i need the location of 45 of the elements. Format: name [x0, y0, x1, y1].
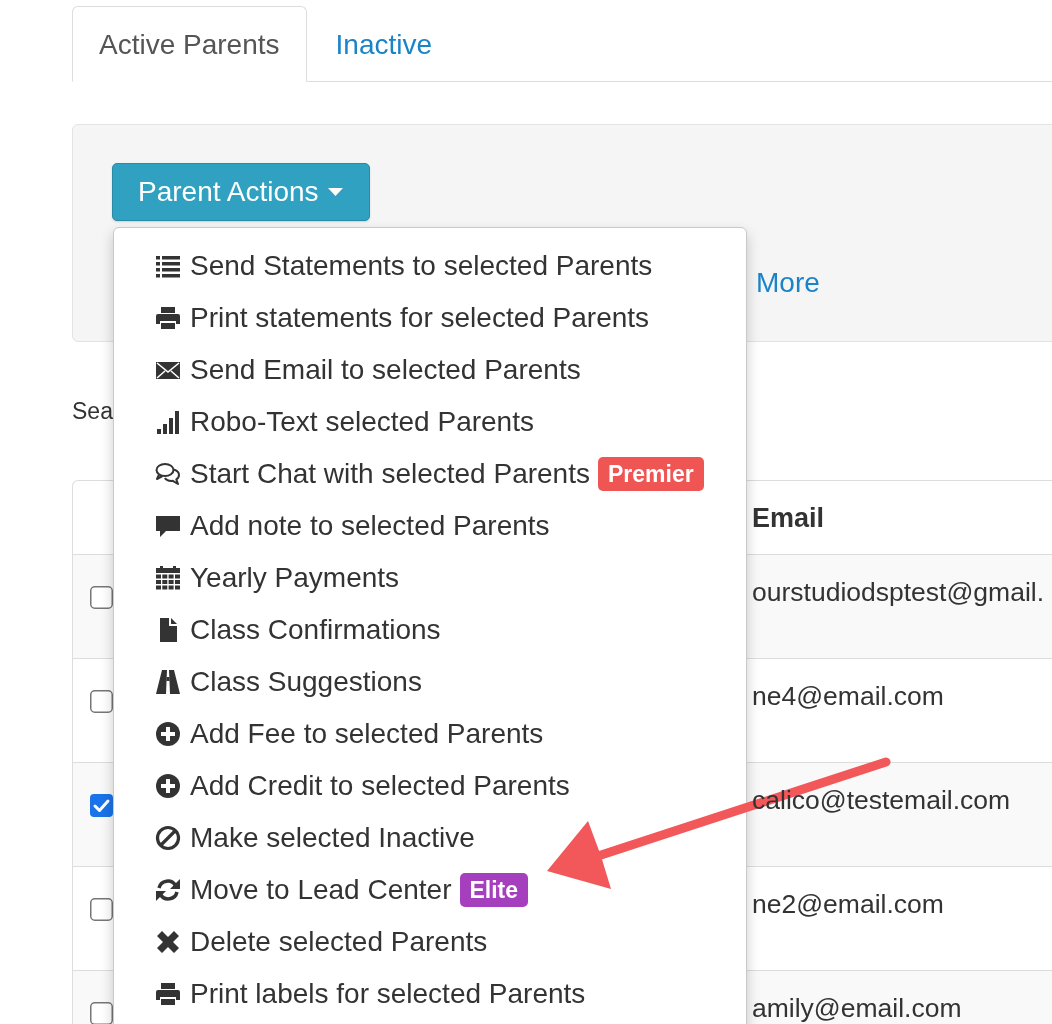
menu-item[interactable]: Yearly Payments: [114, 552, 408, 604]
speech-bubble-icon: [155, 513, 181, 539]
printer-icon: [155, 305, 181, 331]
menu-item[interactable]: Robo-Text selected Parents: [114, 396, 542, 448]
caret-icon: [327, 188, 343, 196]
table-cell-text: ourstudiodsptest@gmail.: [751, 578, 1045, 606]
more-link[interactable]: More: [756, 267, 820, 299]
menu-item[interactable]: Class Confirmations: [114, 604, 449, 656]
table-cell-text: ne4@email.com: [751, 682, 944, 710]
menu-item[interactable]: Print statements for selected Parents: [114, 292, 658, 344]
menu-item[interactable]: Add Credit to selected Parents: [114, 760, 578, 812]
table-cell-text: ne2@email.com: [751, 890, 944, 918]
plus-circle-icon: [155, 721, 181, 747]
menu-item[interactable]: Print labels for selected Parents: [114, 968, 594, 1020]
menu-item[interactable]: Add note to selected Parents: [114, 500, 558, 552]
signal-bars-icon: [155, 409, 181, 435]
menu-item[interactable]: Add Fee to selected Parents: [114, 708, 552, 760]
chat-bubbles-icon: [155, 461, 181, 487]
row-checkbox[interactable]: [90, 898, 113, 921]
menu-item[interactable]: Start Chat with selected Parents Premier: [114, 448, 712, 500]
row-checkbox[interactable]: [90, 586, 113, 609]
ban-icon: [155, 825, 181, 851]
table-cell-text: amily@email.com: [751, 994, 962, 1022]
cross-icon: [155, 929, 181, 955]
menu-item[interactable]: Send Statements to selected Parents: [114, 240, 661, 292]
menu-item[interactable]: Send Email to selected Parents: [114, 344, 589, 396]
menu-item[interactable]: Move to Lead Center Elite: [114, 864, 537, 916]
row-checkbox[interactable]: [90, 794, 113, 817]
column-header: Email: [751, 501, 825, 534]
menu-item[interactable]: Delete selected Parents: [114, 916, 496, 968]
menu-item[interactable]: Class Suggestions: [114, 656, 430, 708]
plan-badge: Premier: [598, 457, 704, 491]
row-checkbox[interactable]: [90, 690, 113, 713]
list-icon: [155, 253, 181, 279]
printer-icon: [155, 981, 181, 1007]
plus-circle-icon: [155, 773, 181, 799]
refresh-icon: [155, 877, 181, 903]
menu-item[interactable]: Make selected Inactive: [114, 812, 483, 864]
road-icon: [155, 669, 181, 695]
search-label: Sea: [72, 398, 113, 424]
tab[interactable]: Active Parents: [72, 6, 307, 82]
tab[interactable]: Inactive: [308, 6, 460, 82]
plan-badge: Elite: [459, 873, 529, 907]
calendar-icon: [155, 565, 181, 591]
row-checkbox[interactable]: [90, 1002, 113, 1024]
